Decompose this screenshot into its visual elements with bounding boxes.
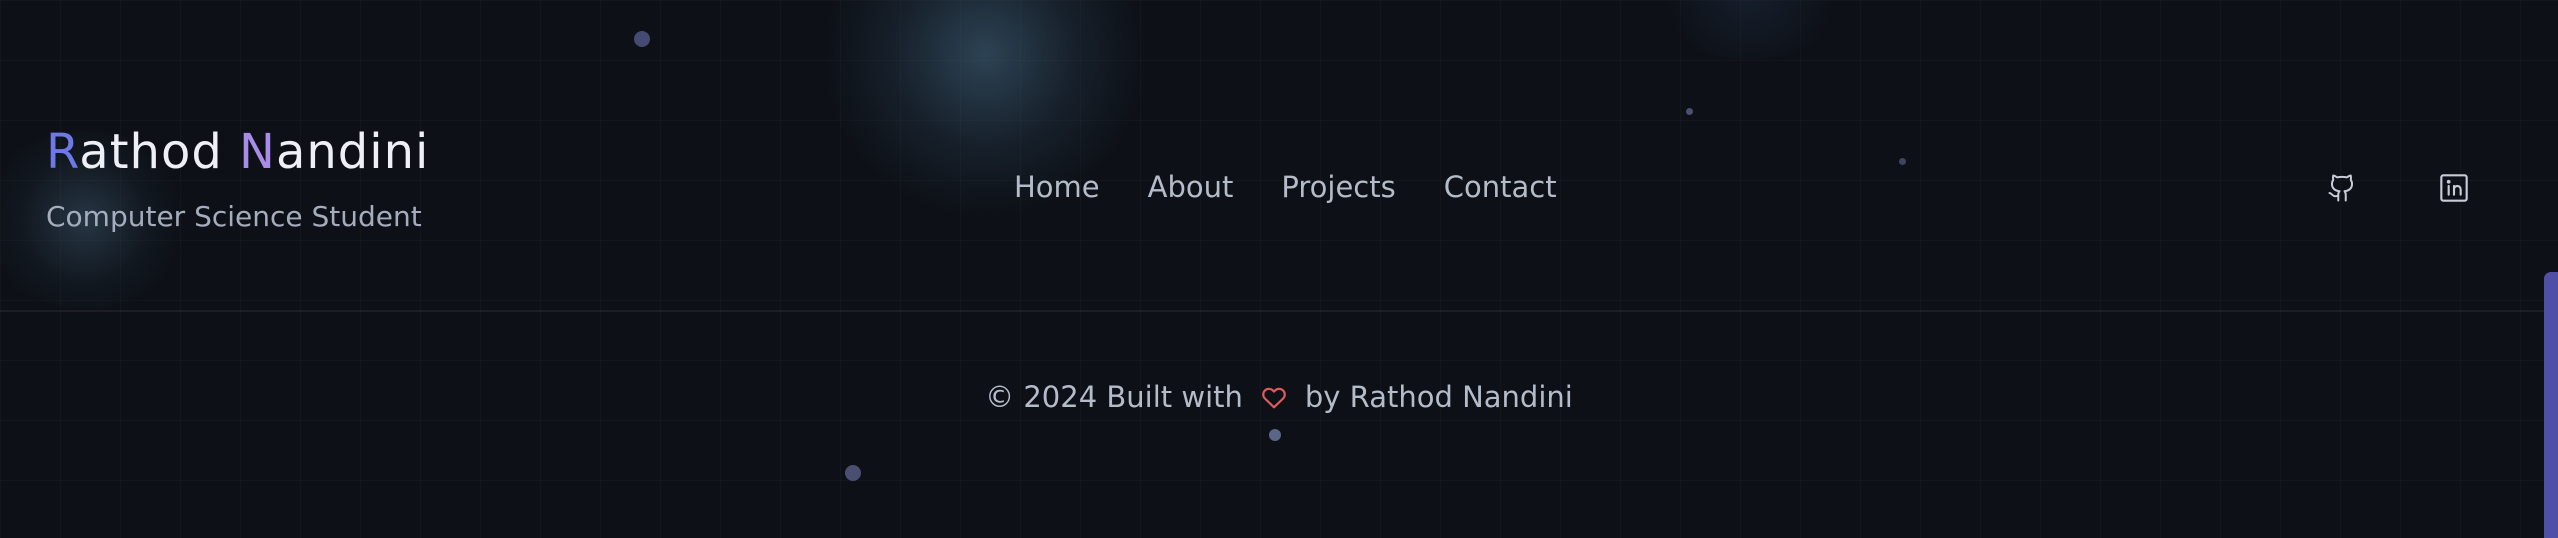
linkedin-link[interactable] (2436, 170, 2472, 206)
nav-link-contact[interactable]: Contact (1444, 170, 1557, 204)
brand-name[interactable]: Rathod Nandini (46, 128, 429, 176)
brand-name-first: athod (79, 124, 240, 180)
github-link[interactable] (2324, 170, 2360, 206)
background-glow (1650, 0, 1850, 60)
linkedin-icon (2440, 174, 2468, 202)
page: Rathod Nandini Computer Science Student … (0, 0, 2558, 538)
github-icon (2328, 174, 2354, 202)
brand-initial-last: N (239, 124, 276, 180)
footer: © 2024 Built with by Rathod Nandini (0, 380, 2558, 414)
section-divider (0, 310, 2558, 312)
main-nav: Home About Projects Contact (1014, 170, 1557, 204)
brand-name-last: andini (275, 124, 430, 180)
brand-tagline: Computer Science Student (46, 200, 422, 233)
scrollbar-thumb[interactable] (2544, 272, 2558, 538)
brand: Rathod Nandini Computer Science Student (46, 128, 429, 233)
footer-prefix: © 2024 Built with (985, 380, 1243, 414)
brand-initial-first: R (46, 124, 80, 180)
decorative-dot (1269, 429, 1281, 441)
decorative-dot (845, 465, 861, 481)
footer-suffix: by Rathod Nandini (1304, 380, 1573, 414)
decorative-dot (634, 31, 650, 47)
decorative-dot (1899, 158, 1906, 165)
nav-link-home[interactable]: Home (1014, 170, 1100, 204)
nav-link-about[interactable]: About (1148, 170, 1234, 204)
nav-link-projects[interactable]: Projects (1281, 170, 1395, 204)
decorative-dot (1686, 108, 1693, 115)
heart-icon (1261, 385, 1287, 409)
